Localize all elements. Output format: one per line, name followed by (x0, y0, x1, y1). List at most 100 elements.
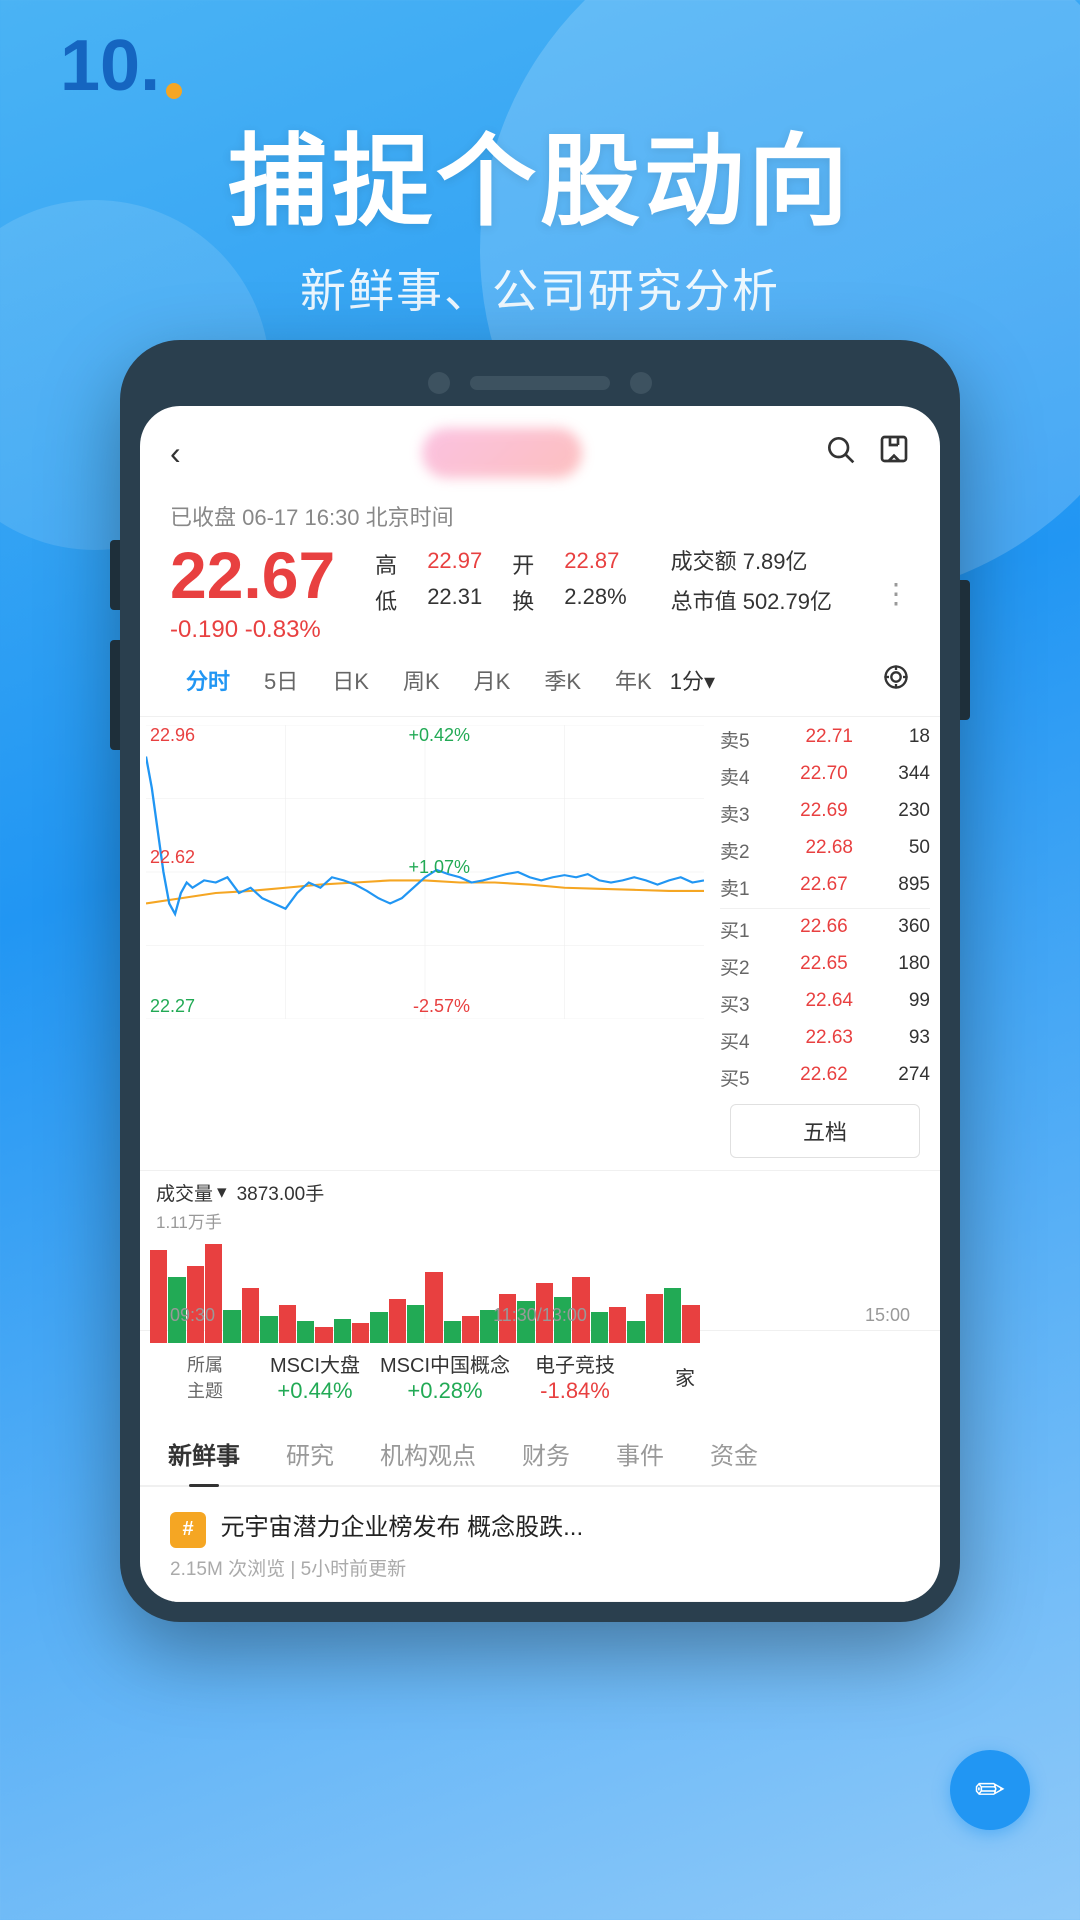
tab-monthk[interactable]: 月K (458, 658, 527, 702)
ob-buy5: 买5 22.62 274 (720, 1059, 930, 1096)
turnover-value: 2.28% (564, 584, 626, 616)
vol-bar (315, 1327, 332, 1344)
ob-sell5: 卖5 22.71 18 (720, 721, 930, 758)
volume-label: 成交量 (156, 1179, 213, 1206)
vol-bar (297, 1321, 314, 1343)
news-item[interactable]: # 元宇宙潜力企业榜发布 概念股跌... 2.15M 次浏览 | 5小时前更新 (140, 1487, 940, 1602)
share-icon[interactable] (878, 433, 910, 474)
theme-name-2: MSCI中国概念 (380, 1349, 510, 1378)
tab-1min-dropdown[interactable]: 1分▾ (670, 664, 715, 696)
theme-label-item: 所属 主题 (160, 1351, 250, 1403)
vol-bar (664, 1288, 681, 1343)
chart-target-icon[interactable] (882, 663, 910, 698)
tab-news[interactable]: 新鲜事 (160, 1422, 248, 1485)
vol-bar (334, 1319, 351, 1343)
vol-bar (242, 1288, 259, 1343)
stock-price: 22.67 (170, 542, 335, 608)
theme-msci-china[interactable]: MSCI中国概念 +0.28% (380, 1349, 510, 1404)
fab-button[interactable]: ✏ (950, 1750, 1030, 1830)
volume-dropdown[interactable]: 成交量 ▾ (156, 1179, 227, 1206)
news-title-row: # 元宇宙潜力企业榜发布 概念股跌... (170, 1507, 910, 1548)
vol-bar (609, 1307, 626, 1343)
theme-msci-large[interactable]: MSCI大盘 +0.44% (270, 1349, 360, 1404)
volume-value: 3873.00手 (237, 1179, 325, 1206)
news-title: 元宇宙潜力企业榜发布 概念股跌... (220, 1514, 583, 1541)
tab-capital[interactable]: 资金 (702, 1422, 766, 1485)
tab-research[interactable]: 研究 (278, 1422, 342, 1485)
price-chart: 22.96 22.62 22.27 +0.42% +1.07% -2.57% (140, 717, 710, 1027)
tab-events[interactable]: 事件 (608, 1422, 672, 1485)
fab-icon: ✏ (975, 1769, 1005, 1811)
tab-institution[interactable]: 机构观点 (372, 1422, 484, 1485)
content-tabs: 新鲜事 研究 机构观点 财务 事件 资金 (140, 1422, 940, 1487)
phone-mockup: ‹ (120, 340, 960, 1622)
brand-dot (166, 83, 182, 99)
volume-header: 成交量 ▾ 3873.00手 (146, 1175, 704, 1208)
news-tag-icon: # (170, 1512, 206, 1548)
theme-pct-1: +0.44% (277, 1378, 352, 1404)
tab-fenshi[interactable]: 分时 (170, 658, 246, 702)
tab-seasonk[interactable]: 季K (528, 658, 597, 702)
vol-bar (370, 1312, 387, 1343)
back-button[interactable]: ‹ (170, 435, 181, 472)
header-title (181, 428, 824, 478)
chart-high-price: 22.96 (150, 725, 195, 746)
ob-buy1: 买1 22.66 360 (720, 911, 930, 948)
app-header: ‹ (140, 406, 940, 500)
market-info: 成交额 7.89亿 总市值 502.79亿 (671, 542, 832, 621)
chart-main-area: 22.96 22.62 22.27 +0.42% +1.07% -2.57% (140, 717, 940, 1170)
vol-bar (150, 1250, 167, 1344)
phone-top-bar (140, 360, 940, 406)
theme-esports[interactable]: 电子竞技 -1.84% (530, 1349, 620, 1404)
ob-sell4: 卖4 22.70 344 (720, 758, 930, 795)
chart-mid-price: 22.62 (150, 847, 195, 868)
chart-low-pct: -2.57% (413, 996, 470, 1017)
tab-5day[interactable]: 5日 (248, 658, 314, 702)
search-icon[interactable] (824, 433, 856, 474)
hero-title: 捕捉个股动向 (0, 100, 1080, 245)
phone-camera2 (630, 372, 652, 394)
theme-pct-2: +0.28% (407, 1378, 482, 1404)
low-turnover-row: 低 22.31 换 2.28% (375, 584, 626, 616)
time-start: 09:30 (170, 1305, 215, 1326)
vol-bar (627, 1321, 644, 1343)
header-icons (824, 433, 910, 474)
vol-bar (260, 1316, 277, 1344)
vol-bar (425, 1272, 442, 1344)
phone-screen: ‹ (140, 406, 940, 1602)
stock-status: 已收盘 06-17 16:30 北京时间 (140, 500, 940, 542)
orderbook-spacer (710, 1171, 940, 1301)
vol-bar (444, 1321, 461, 1343)
theme-pct-3: -1.84% (540, 1378, 610, 1404)
price-details: 高 22.97 开 22.87 低 22.31 换 2.28% (375, 548, 626, 616)
theme-label: 所属 主题 (187, 1351, 223, 1403)
five-levels-button[interactable]: 五档 (730, 1104, 920, 1158)
vol-bar (682, 1305, 699, 1344)
vol-bar (389, 1299, 406, 1343)
ob-sell1: 卖1 22.67 895 (720, 869, 930, 906)
price-section: 22.67 -0.190 -0.83% (170, 542, 335, 644)
vol-bar (407, 1305, 424, 1344)
ob-buy2: 买2 22.65 180 (720, 948, 930, 985)
phone-camera (428, 372, 450, 394)
chart-tabs: 分时 5日 日K 周K 月K 季K 年K 1分▾ (140, 644, 940, 717)
tab-finance[interactable]: 财务 (514, 1422, 578, 1485)
tab-weekk[interactable]: 周K (387, 658, 456, 702)
high-value: 22.97 (427, 548, 482, 580)
vol-bar (205, 1244, 222, 1343)
turnover-label: 换 (512, 584, 534, 616)
phone-frame: ‹ (120, 340, 960, 1622)
more-options-icon[interactable]: ⋮ (882, 577, 910, 610)
theme-more[interactable]: 家 (640, 1362, 730, 1391)
low-value: 22.31 (427, 584, 482, 616)
vol-bar (462, 1316, 479, 1344)
stock-change: -0.190 -0.83% (170, 616, 335, 644)
open-value: 22.87 (564, 548, 619, 580)
tab-yeark[interactable]: 年K (599, 658, 668, 702)
tab-dayk[interactable]: 日K (316, 658, 385, 702)
vol-bar (352, 1323, 369, 1343)
ob-buy4: 买4 22.63 93 (720, 1022, 930, 1059)
ob-sell3: 卖3 22.69 230 (720, 795, 930, 832)
hero-subtitle: 新鲜事、公司研究分析 (0, 255, 1080, 321)
header-logo (422, 428, 582, 478)
